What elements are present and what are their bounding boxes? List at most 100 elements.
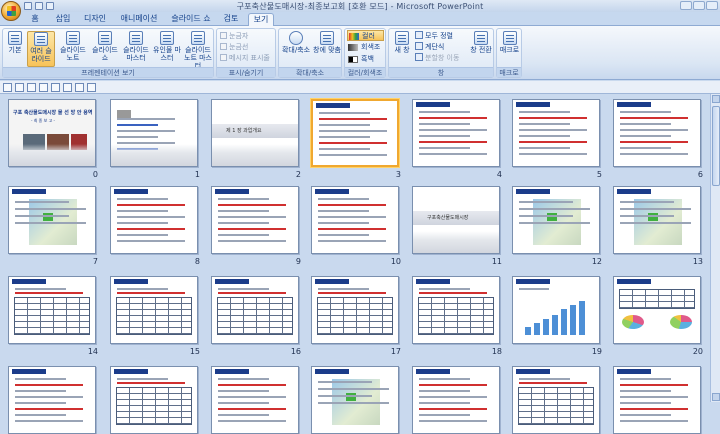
slide-thumbnail[interactable] xyxy=(613,276,701,344)
group-label: 매크로 xyxy=(497,67,521,77)
group-label: 컬러/회색조 xyxy=(345,67,385,77)
slide-number: 19 xyxy=(591,347,602,356)
slide-thumbnail[interactable]: 제 1 장 과업개요 xyxy=(211,99,299,167)
checkbox-icon xyxy=(220,54,227,61)
view-notes-button[interactable]: 슬라이드 노트 xyxy=(57,31,89,67)
slide-thumbnail[interactable] xyxy=(311,366,399,434)
view-slide-sorter-button[interactable]: 여러 슬라이드 xyxy=(27,31,55,67)
color-icon xyxy=(349,33,359,40)
slide-thumbnail[interactable] xyxy=(512,276,600,344)
vertical-scrollbar[interactable] xyxy=(710,94,720,402)
redo-icon[interactable] xyxy=(39,83,48,92)
window-controls xyxy=(680,1,718,10)
grayscale-button[interactable]: 회색조 xyxy=(347,42,384,53)
undo-icon[interactable] xyxy=(27,83,36,92)
cascade-icon xyxy=(415,42,423,50)
magnifier-icon xyxy=(289,31,303,45)
slide-thumbnail[interactable] xyxy=(412,99,500,167)
normal-view-icon xyxy=(8,31,22,45)
slide-number: 15 xyxy=(189,347,200,356)
minimize-button[interactable] xyxy=(680,1,692,10)
office-logo-icon xyxy=(7,6,16,16)
slide-thumbnail[interactable]: 구포축산물도매시장 xyxy=(412,186,500,254)
slide-thumbnail[interactable] xyxy=(8,276,96,344)
gridlines-checkbox[interactable]: 눈금선 xyxy=(220,42,248,52)
chart-icon[interactable] xyxy=(51,83,60,92)
tab-home[interactable]: 홈 xyxy=(26,13,44,26)
save-icon[interactable] xyxy=(24,2,32,10)
tab-review[interactable]: 검토 xyxy=(220,13,242,26)
slide-number: 2 xyxy=(295,170,301,179)
folder-icon[interactable] xyxy=(87,83,96,92)
move-split-button[interactable]: 분할창 이동 xyxy=(415,53,459,63)
fit-to-window-button[interactable]: 창에 맞춤 xyxy=(313,31,341,67)
scroll-up-icon[interactable] xyxy=(712,95,720,103)
tab-animation[interactable]: 애니메이션 xyxy=(116,13,162,26)
zoom-button[interactable]: 확대/축소 xyxy=(281,31,311,67)
redo-icon[interactable] xyxy=(46,2,54,10)
handout-master-button[interactable]: 유인물 마스터 xyxy=(153,31,181,67)
handout-master-icon xyxy=(160,31,174,45)
tab-slideshow[interactable]: 슬라이드 쇼 xyxy=(168,13,214,26)
undo-icon[interactable] xyxy=(35,2,43,10)
office-button[interactable] xyxy=(1,1,21,21)
notes-master-button[interactable]: 슬라이드 노트 마스터 xyxy=(183,31,213,70)
save-icon[interactable] xyxy=(3,83,12,92)
group-macros: 매크로 매크로 xyxy=(496,28,522,78)
slide-thumbnail[interactable] xyxy=(8,366,96,434)
message-bar-checkbox[interactable]: 메시지 표시줄 xyxy=(220,53,270,63)
secondary-toolbar xyxy=(0,81,720,94)
group-label: 창 xyxy=(389,67,493,77)
slide-thumbnail[interactable] xyxy=(8,186,96,254)
slide-thumbnail[interactable] xyxy=(311,186,399,254)
scroll-down-icon[interactable] xyxy=(712,393,720,401)
slide-thumbnail[interactable] xyxy=(412,366,500,434)
switch-window-button[interactable]: 창 전환 xyxy=(469,31,493,67)
macros-button[interactable]: 매크로 xyxy=(498,31,521,67)
table-icon[interactable] xyxy=(63,83,72,92)
slide-thumbnail[interactable] xyxy=(512,99,600,167)
notes-page-icon xyxy=(66,31,80,45)
slide-thumbnail[interactable] xyxy=(311,99,399,167)
color-mode-button[interactable]: 컬러 xyxy=(347,30,384,41)
tab-view[interactable]: 보기 xyxy=(248,13,274,26)
slide-number: 11 xyxy=(491,257,502,266)
slide-thumbnail[interactable] xyxy=(613,99,701,167)
view-normal-button[interactable]: 기본 xyxy=(5,31,25,67)
slide-thumbnail[interactable] xyxy=(311,276,399,344)
print-icon[interactable] xyxy=(15,83,24,92)
slide-number: 3 xyxy=(395,170,401,179)
slide-thumbnail[interactable] xyxy=(110,276,198,344)
slide-thumbnail[interactable] xyxy=(412,276,500,344)
cascade-button[interactable]: 계단식 xyxy=(415,42,444,52)
group-zoom: 확대/축소 창에 맞춤 확대/축소 xyxy=(278,28,342,78)
scrollbar-thumb[interactable] xyxy=(712,106,720,186)
new-window-button[interactable]: 새 창 xyxy=(391,31,413,67)
close-button[interactable] xyxy=(706,1,718,10)
tab-insert[interactable]: 삽입 xyxy=(52,13,74,26)
slide-thumbnail[interactable] xyxy=(613,366,701,434)
picture-icon[interactable] xyxy=(75,83,84,92)
arrange-all-button[interactable]: 모두 정렬 xyxy=(415,31,453,41)
slide-thumbnail[interactable]: 구포 축산물도매시장 물 선 방 안 용역 - 최 종 보 고 - xyxy=(8,99,96,167)
slide-thumbnail[interactable] xyxy=(110,366,198,434)
slide-thumbnail[interactable] xyxy=(512,366,600,434)
new-window-icon xyxy=(395,31,409,45)
slide-thumbnail[interactable] xyxy=(110,99,198,167)
slide-thumbnail[interactable] xyxy=(211,366,299,434)
slide-thumbnail[interactable] xyxy=(110,186,198,254)
view-slideshow-button[interactable]: 슬라이드 쇼 xyxy=(91,31,119,67)
checkbox-icon xyxy=(220,43,227,50)
ruler-checkbox[interactable]: 눈금자 xyxy=(220,31,248,41)
slide-thumbnail[interactable] xyxy=(512,186,600,254)
slide-master-button[interactable]: 슬라이드 마스터 xyxy=(121,31,151,67)
slide-number: 4 xyxy=(496,170,502,179)
slide-master-icon xyxy=(129,31,143,45)
slide-thumbnail[interactable] xyxy=(613,186,701,254)
slide-thumbnail[interactable] xyxy=(211,276,299,344)
notes-master-icon xyxy=(191,31,205,45)
maximize-button[interactable] xyxy=(693,1,705,10)
tab-design[interactable]: 디자인 xyxy=(80,13,110,26)
slide-thumbnail[interactable] xyxy=(211,186,299,254)
black-white-button[interactable]: 흑백 xyxy=(347,54,384,65)
